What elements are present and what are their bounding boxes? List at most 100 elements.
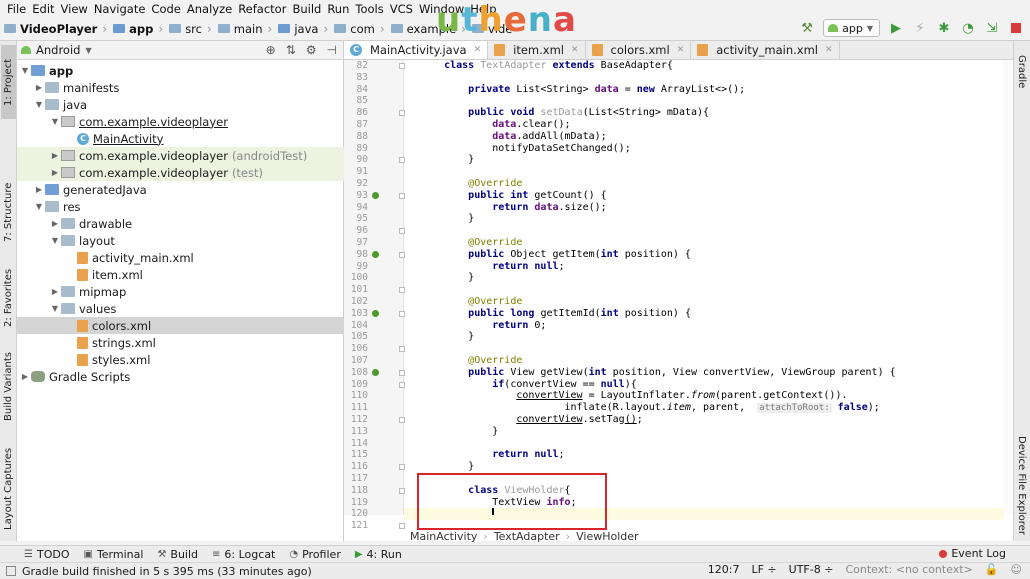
tab-project[interactable]: 1: Project — [1, 45, 16, 119]
run-config-select[interactable]: app ▼ — [823, 19, 880, 37]
menu-run[interactable]: Run — [324, 2, 352, 16]
tree-item-package-main[interactable]: ▼ com.example.videoplayer — [17, 113, 344, 130]
breadcrumb-src[interactable]: src › — [169, 22, 218, 36]
breadcrumb-java[interactable]: java › — [278, 22, 334, 36]
collapse-icon[interactable]: ⇅ — [286, 43, 296, 57]
tree-item-app[interactable]: ▼ app — [17, 62, 344, 79]
menu-file[interactable]: File — [4, 2, 29, 16]
hammer-icon[interactable]: ⚒ — [799, 20, 815, 36]
tool-build[interactable]: ⚒ Build — [157, 548, 198, 561]
tree-item-styles-xml[interactable]: styles.xml — [17, 351, 344, 368]
debug-icon[interactable]: ✱ — [936, 20, 952, 36]
tree-item-package-androidtest[interactable]: ▶ com.example.videoplayer (androidTest) — [17, 147, 344, 164]
breadcrumb-app[interactable]: app › — [113, 22, 169, 36]
caret-position[interactable]: 120:7 — [708, 563, 740, 576]
apply-changes-icon[interactable]: ⚡ — [912, 20, 928, 36]
stop-icon[interactable] — [1008, 20, 1024, 36]
hide-icon[interactable]: ⊣ — [327, 43, 337, 57]
menu-tools[interactable]: Tools — [352, 2, 386, 16]
tree-item-mipmap[interactable]: ▶ mipmap — [17, 283, 344, 300]
crumb-mainactivity[interactable]: MainActivity — [410, 530, 477, 543]
editor-scrollbar[interactable] — [1003, 60, 1013, 515]
menu-refactor[interactable]: Refactor — [235, 2, 289, 16]
tab-device-file-explorer[interactable]: Device File Explorer — [1014, 431, 1029, 539]
breadcrumb-project[interactable]: VideoPlayer › — [4, 22, 113, 36]
tree-item-manifests[interactable]: ▶ manifests — [17, 79, 344, 96]
tree-item-package-test[interactable]: ▶ com.example.videoplayer (test) — [17, 164, 344, 181]
run-icon: ▶ — [354, 548, 363, 560]
tool-todo[interactable]: ☰ TODO — [24, 548, 69, 561]
tab-build-variants[interactable]: Build Variants — [1, 346, 16, 428]
tree-item-item-xml[interactable]: item.xml — [17, 266, 344, 283]
breadcrumb-com[interactable]: com › — [334, 22, 390, 36]
tree-item-values[interactable]: ▼ values — [17, 300, 344, 317]
tree-item-generatedjava[interactable]: ▶ generatedJava — [17, 181, 344, 198]
close-icon[interactable]: ✕ — [677, 45, 685, 55]
line-number: 85 — [356, 95, 368, 107]
tool-profiler[interactable]: ◔ Profiler — [289, 548, 340, 561]
tree-item-res[interactable]: ▼ res — [17, 198, 344, 215]
override-marker-icon[interactable] — [372, 309, 379, 317]
menu-build[interactable]: Build — [289, 2, 324, 16]
crumb-viewholder[interactable]: ViewHolder — [576, 530, 638, 543]
profile-icon[interactable]: ◔ — [960, 20, 976, 36]
lock-icon[interactable]: 🔓 — [985, 563, 999, 576]
tool-logcat[interactable]: ≡ 6: Logcat — [212, 548, 275, 561]
tree-item-layout[interactable]: ▼ layout — [17, 232, 344, 249]
project-header: Android ▼ ⊕ ⇅ ⚙ ⊣ — [17, 41, 343, 60]
file-encoding[interactable]: UTF-8 ÷ — [789, 563, 834, 576]
sync-icon[interactable]: ⊕ — [266, 43, 276, 57]
tool-run[interactable]: ▶ 4: Run — [355, 548, 402, 561]
code-area[interactable]: class TextAdapter extends BaseAdapter{ p… — [404, 60, 1004, 515]
tool-terminal[interactable]: ▣ Terminal — [83, 548, 143, 561]
status-message[interactable]: Gradle build finished in 5 s 395 ms (33 … — [22, 565, 312, 578]
menu-edit[interactable]: Edit — [29, 2, 57, 16]
close-icon[interactable]: ✕ — [474, 45, 482, 55]
tree-item-java[interactable]: ▼ java — [17, 96, 344, 113]
tab-mainactivity-java[interactable]: C MainActivity.java ✕ — [344, 41, 489, 59]
attach-debugger-icon[interactable]: ⇲ — [984, 20, 1000, 36]
line-number: 94 — [356, 201, 368, 213]
tree-item-strings-xml[interactable]: strings.xml — [17, 334, 344, 351]
tree-item-colors-xml[interactable]: colors.xml — [17, 317, 344, 334]
menu-analyze[interactable]: Analyze — [184, 2, 235, 16]
event-log-button[interactable]: Event Log — [939, 547, 1006, 560]
close-icon[interactable]: ✕ — [825, 45, 833, 55]
tab-colors-xml[interactable]: colors.xml ✕ — [586, 41, 692, 59]
inspector-icon[interactable]: ☺ — [1011, 563, 1022, 576]
crumb-textadapter[interactable]: TextAdapter — [494, 530, 560, 543]
module-icon — [31, 65, 45, 76]
menu-navigate[interactable]: Navigate — [91, 2, 149, 16]
tab-layout-captures[interactable]: Layout Captures — [1, 441, 16, 537]
override-marker-icon[interactable] — [372, 368, 379, 376]
bottom-tool-bar: ☰ TODO ▣ Terminal ⚒ Build ≡ 6: Logcat ◔ Profi… — [0, 545, 1030, 562]
override-marker-icon[interactable] — [372, 191, 379, 199]
menu-vcs[interactable]: VCS — [387, 2, 416, 16]
gear-icon[interactable]: ⚙ — [306, 43, 317, 57]
line-number: 91 — [356, 166, 368, 178]
tab-structure[interactable]: 7: Structure — [1, 173, 16, 251]
project-view-select[interactable]: Android ▼ — [21, 43, 92, 57]
line-number: 99 — [356, 260, 368, 272]
line-number: 88 — [356, 130, 368, 142]
tree-item-mainactivity[interactable]: C MainActivity — [17, 130, 344, 147]
run-icon[interactable]: ▶ — [888, 20, 904, 36]
breadcrumb-main[interactable]: main › — [217, 22, 279, 36]
tab-gradle[interactable]: Gradle — [1014, 47, 1029, 97]
tab-item-xml[interactable]: item.xml ✕ — [488, 41, 586, 59]
menu-view[interactable]: View — [58, 2, 91, 16]
line-number: 83 — [356, 71, 368, 83]
right-tool-strip: Gradle Device File Explorer — [1013, 41, 1030, 541]
close-icon[interactable]: ✕ — [571, 45, 579, 55]
tree-item-drawable[interactable]: ▶ drawable — [17, 215, 344, 232]
menu-code[interactable]: Code — [148, 2, 183, 16]
folder-icon — [45, 184, 59, 195]
tree-item-activity-main-xml[interactable]: activity_main.xml — [17, 249, 344, 266]
line-separator[interactable]: LF ÷ — [751, 563, 776, 576]
tab-activity-main-xml[interactable]: activity_main.xml ✕ — [691, 41, 840, 59]
tree-item-gradle-scripts[interactable]: ▶ Gradle Scripts — [17, 368, 344, 385]
fold-marker-icon[interactable] — [399, 523, 405, 530]
override-marker-icon[interactable] — [372, 250, 379, 258]
run-toolbar: ⚒ app ▼ ▶ ⚡ ✱ ◔ ⇲ — [799, 19, 1024, 37]
tab-favorites[interactable]: 2: Favorites — [1, 263, 16, 333]
